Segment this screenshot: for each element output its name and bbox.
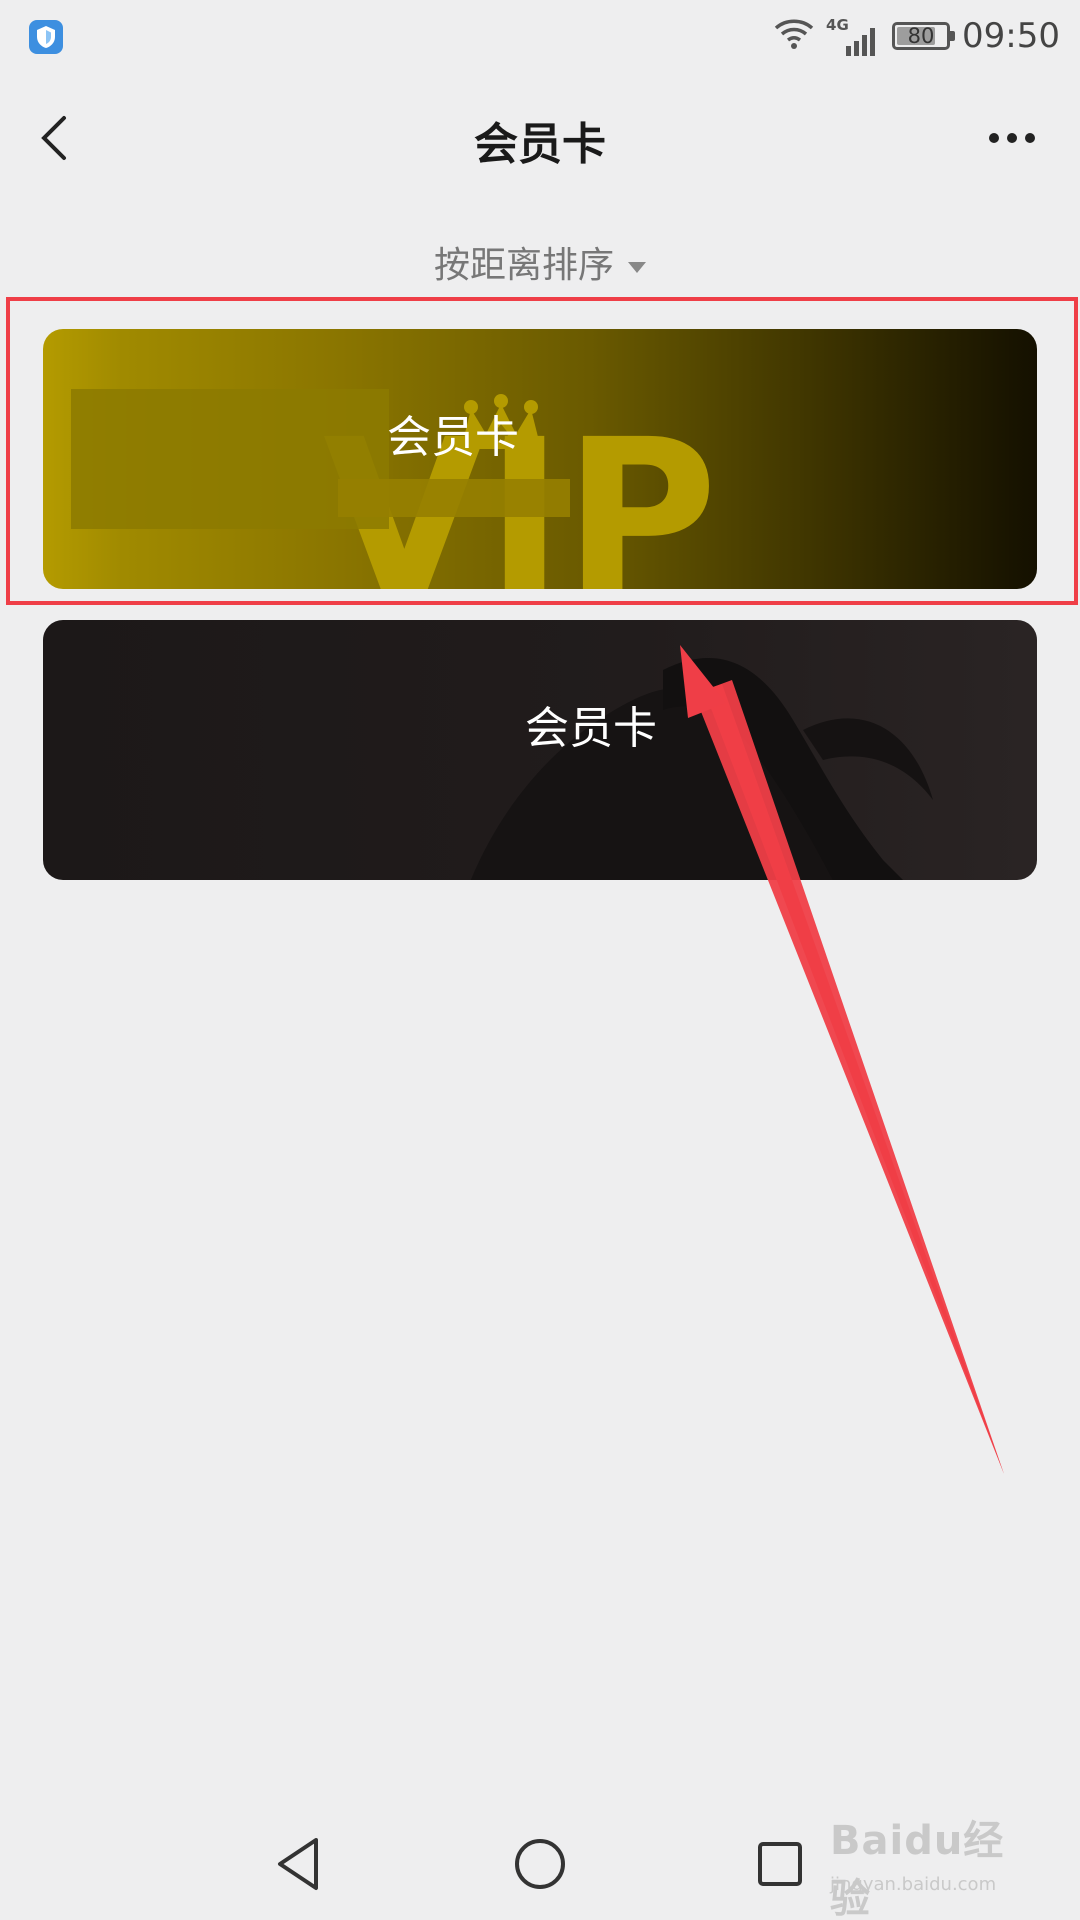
battery-indicator: 80 (892, 22, 956, 50)
more-dots-icon (989, 133, 1035, 143)
membership-card-dark[interactable]: 会员卡 (43, 620, 1037, 880)
status-indicators: 4G 80 09:50 (774, 14, 1060, 58)
system-back-button[interactable] (268, 1832, 332, 1896)
annotation-arrow (680, 645, 1004, 1474)
shield-app-icon (29, 20, 63, 54)
system-recents-button[interactable] (748, 1832, 812, 1896)
card-label: 会员卡 (525, 703, 657, 754)
dark-card-pattern (470, 658, 933, 880)
membership-card-vip[interactable]: VIP 会员卡 (43, 329, 1037, 589)
watermark-brand: Baidu经验 (830, 1818, 1005, 1920)
screen: 4G 80 09:50 会员卡 按距离排序 VIP 会员卡 会员卡 Baidu经… (0, 0, 1080, 1920)
system-home-button[interactable] (508, 1832, 572, 1896)
status-bar: 4G 80 09:50 (0, 0, 1080, 72)
square-recents-icon (758, 1842, 802, 1886)
watermark-url: jingyan.baidu.com (830, 1874, 997, 1895)
more-button[interactable] (982, 120, 1042, 156)
card-label: 会员卡 (387, 412, 519, 463)
cellular-signal-icon: 4G (826, 16, 880, 56)
triangle-back-icon (278, 1838, 318, 1890)
sort-dropdown[interactable]: 按距离排序 (0, 236, 1080, 288)
nav-bar: 会员卡 (0, 90, 1080, 190)
clock: 09:50 (962, 16, 1060, 56)
page-title: 会员卡 (474, 119, 606, 170)
caret-down-icon (628, 261, 646, 273)
wifi-icon (774, 18, 814, 54)
circle-home-icon (515, 1839, 565, 1889)
redacted-block (338, 479, 570, 517)
battery-level: 80 (907, 24, 935, 48)
sort-label: 按距离排序 (433, 245, 614, 286)
